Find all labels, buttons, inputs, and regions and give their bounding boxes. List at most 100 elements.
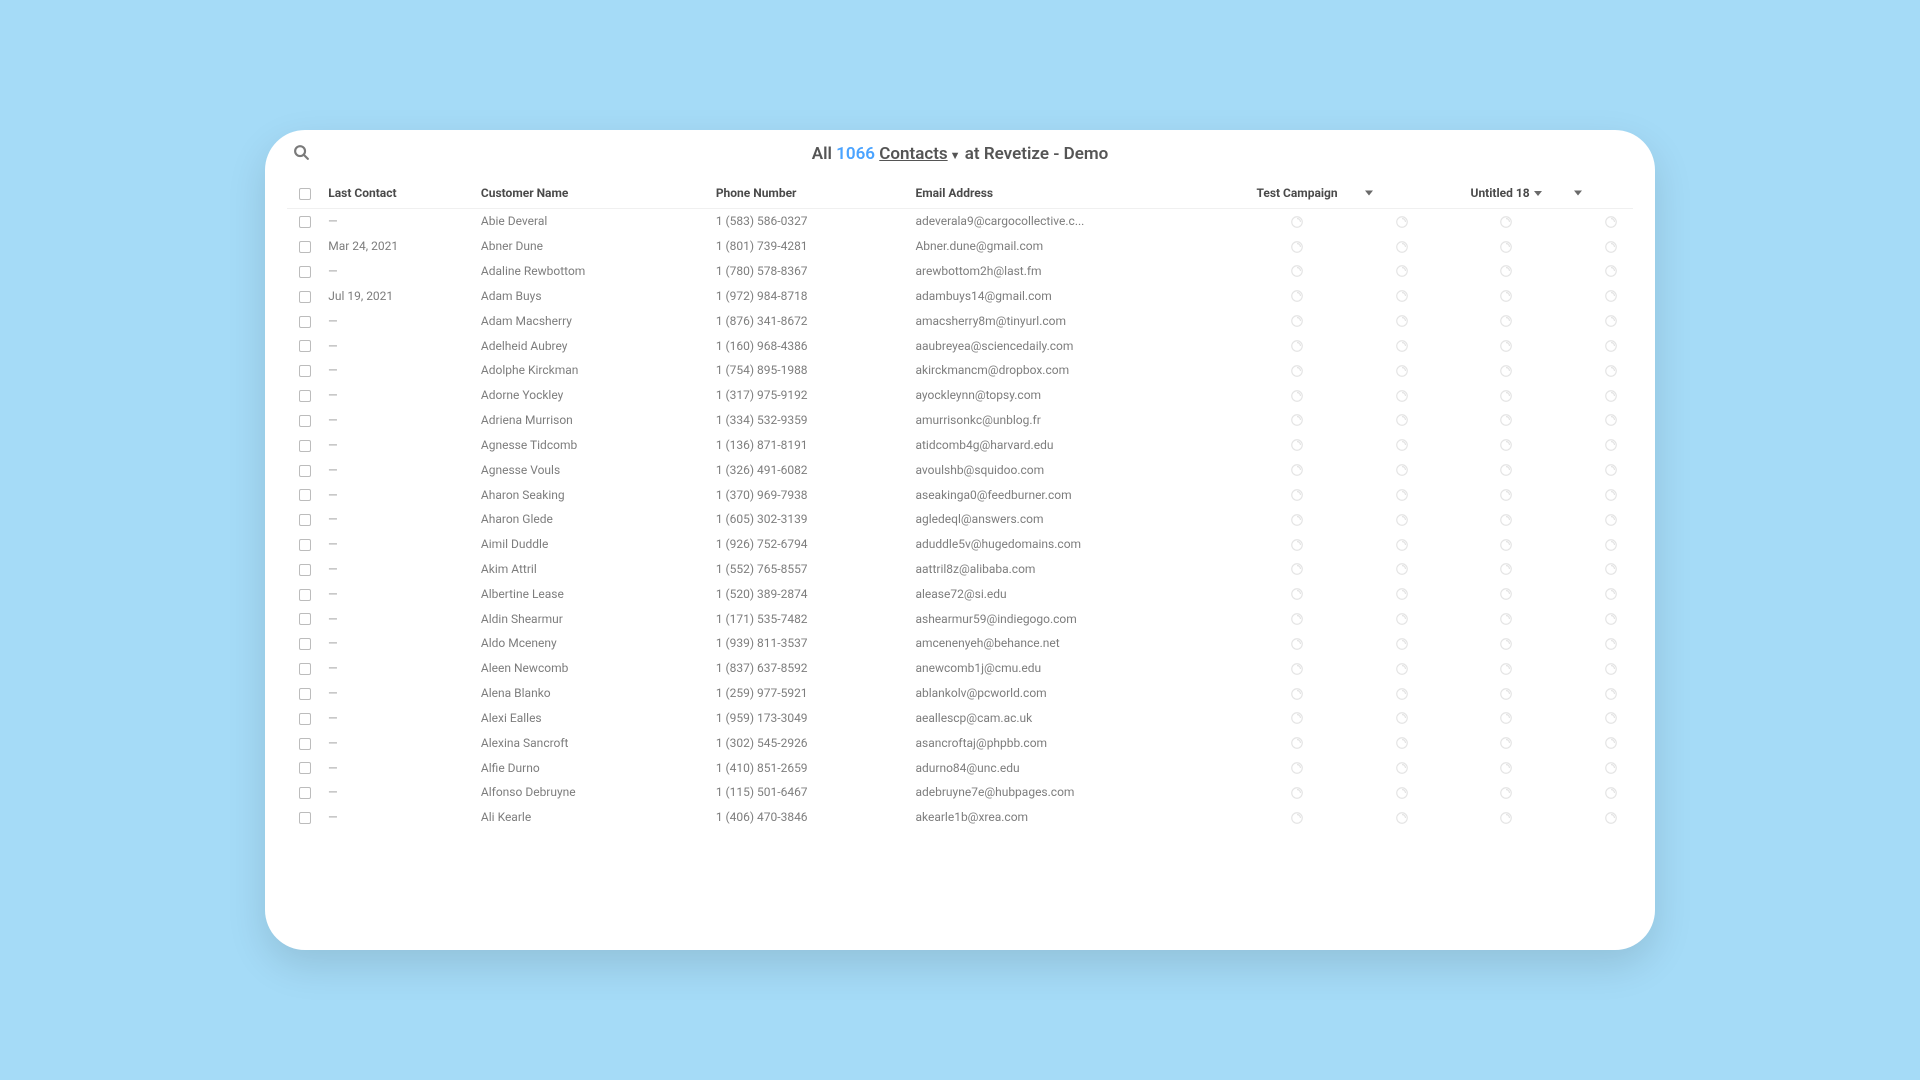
campaign-status-icon[interactable]	[1395, 811, 1409, 825]
campaign-status-icon[interactable]	[1395, 786, 1409, 800]
campaign-status-icon[interactable]	[1499, 413, 1513, 427]
campaign-status-icon[interactable]	[1604, 389, 1618, 403]
search-icon[interactable]	[293, 144, 310, 165]
campaign-status-icon[interactable]	[1290, 413, 1304, 427]
campaign-status-icon[interactable]	[1499, 811, 1513, 825]
campaign-status-icon[interactable]	[1290, 612, 1304, 626]
row-checkbox[interactable]	[299, 489, 311, 501]
campaign-status-icon[interactable]	[1395, 463, 1409, 477]
campaign-status-icon[interactable]	[1604, 538, 1618, 552]
campaign-status-icon[interactable]	[1395, 538, 1409, 552]
table-row[interactable]: —Aldin Shearmur1 (171) 535-7482ashearmur…	[287, 606, 1633, 631]
table-row[interactable]: —Alfonso Debruyne1 (115) 501-6467adebruy…	[287, 780, 1633, 805]
campaign-status-icon[interactable]	[1395, 662, 1409, 676]
campaign-status-icon[interactable]	[1604, 314, 1618, 328]
campaign-status-icon[interactable]	[1604, 264, 1618, 278]
table-row[interactable]: —Aharon Glede1 (605) 302-3139agledeql@an…	[287, 507, 1633, 532]
campaign-status-icon[interactable]	[1290, 339, 1304, 353]
campaign-status-icon[interactable]	[1395, 364, 1409, 378]
campaign-status-icon[interactable]	[1499, 662, 1513, 676]
table-row[interactable]: —Agnesse Tidcomb1 (136) 871-8191atidcomb…	[287, 432, 1633, 457]
campaign-status-icon[interactable]	[1395, 637, 1409, 651]
campaign-status-icon[interactable]	[1290, 488, 1304, 502]
row-checkbox[interactable]	[299, 514, 311, 526]
table-row[interactable]: —Aimil Duddle1 (926) 752-6794aduddle5v@h…	[287, 532, 1633, 557]
row-checkbox[interactable]	[299, 291, 311, 303]
table-row[interactable]: —Aldo Mceneny1 (939) 811-3537amcenenyeh@…	[287, 631, 1633, 656]
row-checkbox[interactable]	[299, 266, 311, 278]
campaign-status-icon[interactable]	[1499, 339, 1513, 353]
row-checkbox[interactable]	[299, 638, 311, 650]
campaign-status-icon[interactable]	[1290, 264, 1304, 278]
table-row[interactable]: —Agnesse Vouls1 (326) 491-6082avoulshb@s…	[287, 457, 1633, 482]
campaign-status-icon[interactable]	[1395, 488, 1409, 502]
select-all-checkbox[interactable]	[299, 188, 311, 200]
campaign-status-icon[interactable]	[1290, 736, 1304, 750]
campaign-status-icon[interactable]	[1499, 389, 1513, 403]
campaign-status-icon[interactable]	[1290, 389, 1304, 403]
campaign-status-icon[interactable]	[1395, 264, 1409, 278]
campaign-status-icon[interactable]	[1499, 463, 1513, 477]
row-checkbox[interactable]	[299, 613, 311, 625]
campaign-status-icon[interactable]	[1604, 339, 1618, 353]
header-untitled-campaign[interactable]: Untitled 18	[1424, 178, 1588, 209]
campaign-status-icon[interactable]	[1604, 786, 1618, 800]
campaign-status-icon[interactable]	[1604, 364, 1618, 378]
campaign-status-icon[interactable]	[1499, 562, 1513, 576]
table-row[interactable]: —Adam Macsherry1 (876) 341-8672amacsherr…	[287, 308, 1633, 333]
campaign-status-icon[interactable]	[1604, 761, 1618, 775]
campaign-status-icon[interactable]	[1290, 562, 1304, 576]
campaign-status-icon[interactable]	[1290, 215, 1304, 229]
campaign-status-icon[interactable]	[1290, 637, 1304, 651]
contacts-dropdown[interactable]: Contacts	[879, 144, 947, 164]
row-checkbox[interactable]	[299, 340, 311, 352]
campaign-status-icon[interactable]	[1290, 662, 1304, 676]
campaign-status-icon[interactable]	[1499, 513, 1513, 527]
table-row[interactable]: —Alena Blanko1 (259) 977-5921ablankolv@p…	[287, 681, 1633, 706]
campaign-status-icon[interactable]	[1604, 711, 1618, 725]
header-email-address[interactable]: Email Address	[909, 178, 1214, 209]
campaign-status-icon[interactable]	[1395, 513, 1409, 527]
campaign-status-icon[interactable]	[1604, 612, 1618, 626]
campaign-status-icon[interactable]	[1604, 463, 1618, 477]
campaign-status-icon[interactable]	[1499, 538, 1513, 552]
header-test-campaign[interactable]: Test Campaign	[1215, 178, 1379, 209]
table-row[interactable]: —Akim Attril1 (552) 765-8557aattril8z@al…	[287, 557, 1633, 582]
campaign-status-icon[interactable]	[1604, 637, 1618, 651]
campaign-status-icon[interactable]	[1499, 612, 1513, 626]
table-row[interactable]: —Alexi Ealles1 (959) 173-3049aeallescp@c…	[287, 706, 1633, 731]
row-checkbox[interactable]	[299, 316, 311, 328]
table-row[interactable]: —Alfie Durno1 (410) 851-2659adurno84@unc…	[287, 755, 1633, 780]
table-row[interactable]: Jul 19, 2021Adam Buys1 (972) 984-8718ada…	[287, 283, 1633, 308]
header-last-contact[interactable]: Last Contact	[322, 178, 475, 209]
campaign-status-icon[interactable]	[1604, 662, 1618, 676]
row-checkbox[interactable]	[299, 390, 311, 402]
campaign-status-icon[interactable]	[1604, 562, 1618, 576]
campaign-status-icon[interactable]	[1499, 438, 1513, 452]
campaign-status-icon[interactable]	[1499, 687, 1513, 701]
table-row[interactable]: —Adriena Murrison1 (334) 532-9359amurris…	[287, 408, 1633, 433]
campaign-status-icon[interactable]	[1499, 711, 1513, 725]
row-checkbox[interactable]	[299, 812, 311, 824]
campaign-status-icon[interactable]	[1395, 587, 1409, 601]
campaign-status-icon[interactable]	[1290, 289, 1304, 303]
campaign-status-icon[interactable]	[1604, 687, 1618, 701]
campaign-status-icon[interactable]	[1604, 811, 1618, 825]
campaign-status-icon[interactable]	[1499, 314, 1513, 328]
campaign-status-icon[interactable]	[1395, 562, 1409, 576]
row-checkbox[interactable]	[299, 589, 311, 601]
row-checkbox[interactable]	[299, 241, 311, 253]
row-checkbox[interactable]	[299, 688, 311, 700]
row-checkbox[interactable]	[299, 365, 311, 377]
campaign-status-icon[interactable]	[1499, 761, 1513, 775]
row-checkbox[interactable]	[299, 663, 311, 675]
campaign-status-icon[interactable]	[1499, 240, 1513, 254]
campaign-status-icon[interactable]	[1290, 786, 1304, 800]
campaign-status-icon[interactable]	[1395, 314, 1409, 328]
campaign-status-icon[interactable]	[1499, 215, 1513, 229]
campaign-status-icon[interactable]	[1290, 513, 1304, 527]
campaign-status-icon[interactable]	[1290, 463, 1304, 477]
campaign-status-icon[interactable]	[1395, 339, 1409, 353]
campaign-status-icon[interactable]	[1395, 240, 1409, 254]
table-row[interactable]: —Adaline Rewbottom1 (780) 578-8367arewbo…	[287, 259, 1633, 284]
